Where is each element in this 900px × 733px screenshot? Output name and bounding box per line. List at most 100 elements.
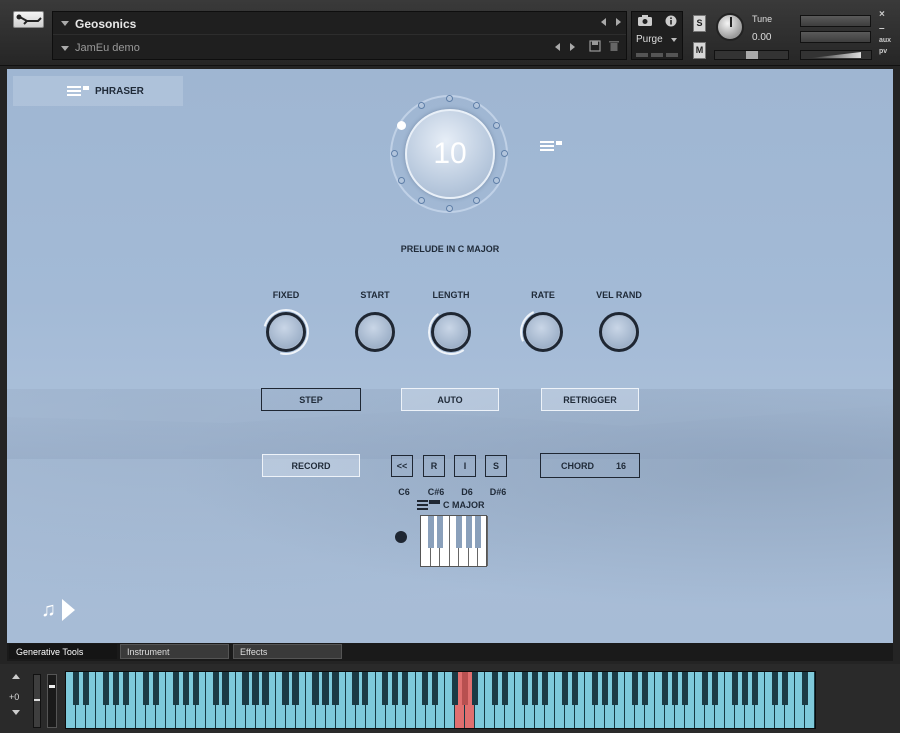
retrigger-button[interactable]: RETRIGGER [541, 388, 639, 411]
aux-button[interactable]: aux [879, 37, 891, 44]
preset-ring-dot[interactable] [445, 204, 453, 212]
minimize-button[interactable]: – [879, 23, 885, 34]
rewind-button[interactable]: << [391, 455, 413, 477]
piano-black-key[interactable] [282, 672, 289, 705]
piano-black-key[interactable] [352, 672, 359, 705]
s-button[interactable]: S [485, 455, 507, 477]
octave-up-icon[interactable] [12, 674, 20, 679]
scale-keyboard[interactable] [420, 515, 488, 567]
multi-name[interactable]: JamEu demo [75, 42, 140, 54]
piano-black-key[interactable] [422, 672, 429, 705]
menu-icon[interactable] [67, 86, 89, 96]
start-knob[interactable] [355, 312, 395, 352]
piano-black-key[interactable] [382, 672, 389, 705]
next-multi-icon[interactable] [570, 43, 575, 51]
piano-black-key[interactable] [432, 672, 439, 705]
piano-black-key[interactable] [572, 672, 579, 705]
piano-black-key[interactable] [801, 672, 808, 705]
piano-black-key[interactable] [751, 672, 758, 705]
piano-black-key[interactable] [661, 672, 669, 705]
piano-black-key[interactable] [392, 672, 399, 705]
piano-black-key[interactable] [182, 672, 189, 705]
piano-black-key[interactable] [462, 672, 469, 705]
scale-black-key[interactable] [437, 516, 443, 548]
gear-icon[interactable] [395, 531, 407, 543]
mod-wheel[interactable] [33, 674, 41, 728]
scale-black-key[interactable] [465, 516, 472, 548]
piano-black-key[interactable] [332, 672, 339, 705]
step-button[interactable]: STEP [261, 388, 361, 411]
dropdown-icon[interactable] [61, 21, 69, 26]
piano-black-key[interactable] [452, 672, 459, 705]
auto-button[interactable]: AUTO [401, 388, 499, 411]
piano-black-key[interactable] [502, 672, 509, 705]
piano-black-key[interactable] [611, 672, 619, 705]
scale-black-key[interactable] [475, 516, 481, 548]
save-icon[interactable] [589, 40, 601, 55]
purge-dropdown-icon[interactable] [671, 38, 677, 42]
pan-slider[interactable] [714, 50, 789, 60]
record-button[interactable]: RECORD [262, 454, 360, 477]
tune-knob[interactable] [716, 13, 744, 41]
piano-black-key[interactable] [312, 672, 319, 705]
piano-black-key[interactable] [212, 672, 219, 705]
piano-black-key[interactable] [152, 672, 159, 705]
scale-black-key[interactable] [456, 516, 462, 548]
volume-slider[interactable] [800, 50, 872, 60]
vel-rand-knob[interactable] [599, 312, 639, 352]
preset-ring-dot[interactable] [418, 101, 425, 109]
scale-menu-icon[interactable] [417, 500, 440, 510]
piano-black-key[interactable] [711, 672, 719, 705]
preset-ring-dot[interactable] [473, 101, 480, 109]
tab-effects[interactable]: Effects [233, 644, 342, 659]
piano-black-key[interactable] [641, 672, 649, 705]
prev-instrument-icon[interactable] [601, 18, 606, 26]
piano-black-key[interactable] [322, 672, 329, 705]
piano-black-key[interactable] [671, 672, 679, 705]
piano-black-key[interactable] [122, 672, 129, 705]
prev-multi-icon[interactable] [555, 43, 560, 51]
piano-black-key[interactable] [262, 672, 269, 705]
piano-black-key[interactable] [731, 672, 738, 705]
pitch-wheel[interactable] [47, 674, 57, 728]
octave-down-icon[interactable] [12, 710, 20, 715]
piano-black-key[interactable] [142, 672, 149, 705]
preset-ring-dot[interactable] [445, 94, 453, 102]
piano-black-key[interactable] [522, 672, 529, 705]
piano-black-key[interactable] [72, 672, 79, 705]
tab-instrument[interactable]: Instrument [120, 644, 229, 659]
scale-black-key[interactable] [427, 516, 434, 548]
piano-black-key[interactable] [242, 672, 249, 705]
piano-black-key[interactable] [172, 672, 179, 705]
preset-ring-dot[interactable] [397, 177, 405, 184]
preset-ring-dot[interactable] [390, 149, 398, 157]
piano-black-key[interactable] [472, 672, 479, 705]
instrument-name[interactable]: Geosonics [75, 17, 136, 31]
piano-black-key[interactable] [771, 672, 778, 705]
piano-black-key[interactable] [112, 672, 119, 705]
piano-black-key[interactable] [781, 672, 788, 705]
mute-button[interactable]: M [693, 42, 706, 59]
solo-button[interactable]: S [693, 15, 706, 32]
piano-black-key[interactable] [681, 672, 689, 705]
piano-black-key[interactable] [82, 672, 89, 705]
piano-black-key[interactable] [252, 672, 259, 705]
tab-generative-tools[interactable]: Generative Tools [9, 644, 117, 659]
close-button[interactable]: × [879, 9, 885, 20]
piano-black-key[interactable] [362, 672, 369, 705]
r-button[interactable]: R [423, 455, 445, 477]
piano-black-key[interactable] [292, 672, 299, 705]
pan-slider-thumb[interactable] [746, 51, 758, 59]
info-icon[interactable] [665, 15, 677, 30]
dropdown-icon[interactable] [61, 45, 69, 51]
piano-black-key[interactable] [701, 672, 709, 705]
trash-icon[interactable] [609, 40, 619, 55]
chord-value[interactable]: 16 [616, 461, 626, 471]
preset-ring-dot[interactable] [500, 149, 508, 157]
chord-control[interactable]: CHORD 16 [540, 453, 640, 478]
piano-black-key[interactable] [542, 672, 549, 705]
phraser-menu-tab[interactable]: PHRASER [13, 76, 183, 106]
piano-black-key[interactable] [492, 672, 499, 705]
piano-black-key[interactable] [532, 672, 539, 705]
preset-menu-icon[interactable] [540, 141, 562, 151]
